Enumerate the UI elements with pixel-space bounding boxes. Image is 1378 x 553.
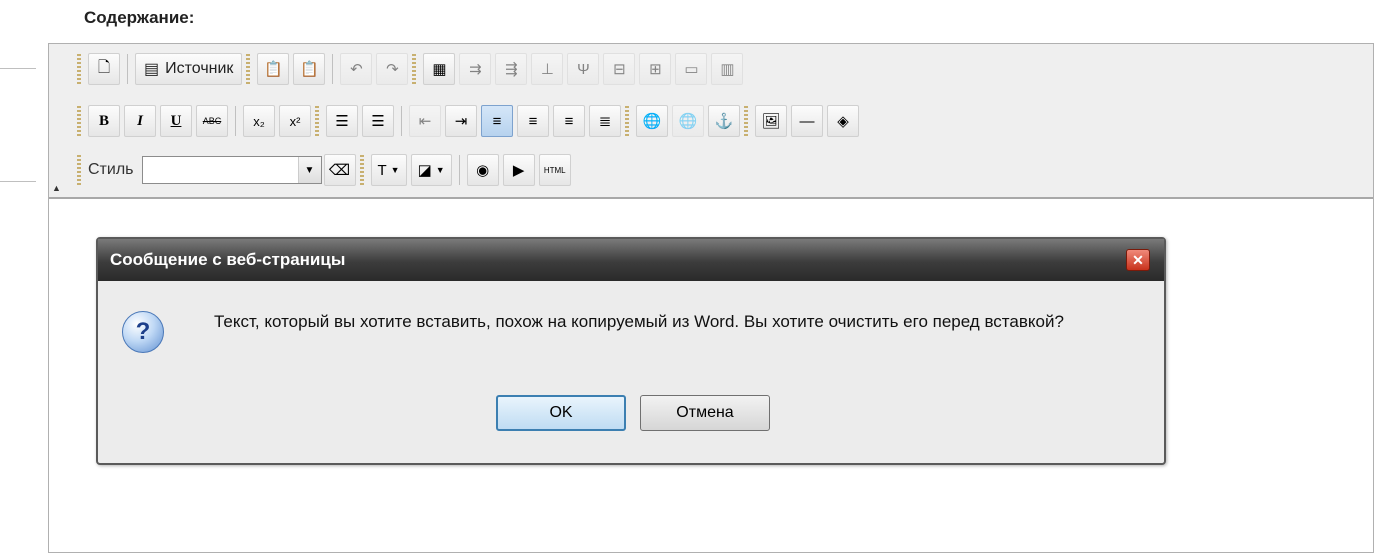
insert-row-after-button[interactable]: ⇶ — [495, 53, 528, 85]
align-right-icon: ≡ — [564, 112, 574, 130]
numbered-list-icon: ☰ — [335, 113, 349, 130]
dialog-title: Сообщение с веб-страницы — [110, 250, 346, 269]
paste-text-icon: 📋 — [264, 61, 283, 78]
align-justify-button[interactable]: ≣ — [589, 105, 621, 137]
delete-row-icon: ⊥ — [540, 61, 554, 78]
align-justify-icon: ≣ — [598, 113, 612, 130]
insert-row-after-icon: ⇶ — [505, 61, 518, 78]
toolbar-grip[interactable] — [77, 54, 81, 84]
subscript-button[interactable]: x₂ — [243, 105, 275, 137]
align-right-button[interactable]: ≡ — [553, 105, 585, 137]
redo-icon: ↷ — [386, 61, 399, 78]
style-select[interactable]: ▼ — [141, 156, 322, 184]
background-color-button[interactable]: ◪ ▼ — [410, 154, 452, 186]
dialog-message: Текст, который вы хотите вставить, похож… — [214, 312, 1064, 331]
paste-text-button[interactable]: 📋 — [257, 53, 290, 85]
table-icon: ▦ — [432, 61, 447, 78]
numbered-list-button[interactable]: ☰ — [326, 105, 358, 137]
insert-row-before-button[interactable]: ⇉ — [459, 53, 492, 85]
horizontal-rule-icon: — — [799, 112, 815, 130]
media-disc-icon: ◉ — [476, 162, 490, 179]
delete-column-button[interactable]: ⊟ — [603, 53, 636, 85]
outdent-icon: ⇤ — [418, 113, 432, 130]
cell-properties-icon: ▭ — [684, 61, 699, 78]
message-dialog: Сообщение с веб-страницы ✕ ? Текст, кото… — [96, 237, 1166, 465]
source-icon: ▤ — [144, 61, 160, 78]
paste-word-button[interactable]: 📋 — [293, 53, 326, 85]
video-icon: ▶ — [512, 162, 525, 179]
html-snippet-button[interactable]: HTML — [538, 154, 571, 186]
insert-column-button[interactable]: Ψ — [567, 53, 600, 85]
text-color-icon: T — [377, 161, 387, 179]
dialog-titlebar: Сообщение с веб-страницы ✕ — [98, 239, 1164, 281]
redo-button[interactable]: ↷ — [376, 53, 409, 85]
paste-word-icon: 📋 — [300, 61, 319, 78]
eraser-icon: ⌫ — [328, 162, 351, 179]
bulleted-list-icon: ☰ — [371, 113, 385, 130]
link-button[interactable]: 🌐 — [636, 105, 668, 137]
link-globe-icon: 🌐 — [642, 113, 662, 130]
undo-button[interactable]: ↶ — [340, 53, 373, 85]
image-button[interactable]: 🖼 — [755, 105, 787, 137]
chevron-down-icon: ▼ — [435, 165, 445, 175]
underline-button[interactable]: U — [160, 105, 192, 137]
strikethrough-button[interactable]: ABC — [196, 105, 228, 137]
insert-row-icon: ⇉ — [469, 61, 482, 78]
close-icon[interactable]: ✕ — [1126, 249, 1150, 271]
image-icon: 🖼 — [761, 113, 781, 130]
indent-icon: ⇥ — [454, 113, 468, 130]
align-left-button[interactable]: ≡ — [481, 105, 513, 137]
indent-button[interactable]: ⇥ — [445, 105, 477, 137]
toolbar-row-2: B I U ABC x₂ x² ☰ ☰ ⇤ ⇥ ≡ ≡ ≡ ≣ 🌐 🌐 ⚓ 🖼 … — [75, 102, 861, 140]
delete-row-button[interactable]: ⊥ — [531, 53, 564, 85]
question-icon: ? — [122, 311, 164, 353]
video-button[interactable]: ▶ — [502, 154, 535, 186]
remove-format-button[interactable]: ⌫ — [323, 154, 356, 186]
outdent-button[interactable]: ⇤ — [409, 105, 441, 137]
bold-button[interactable]: B — [88, 105, 120, 137]
ok-button[interactable]: OK — [496, 395, 626, 431]
new-page-button[interactable]: 🗋 — [88, 53, 120, 85]
insert-column-icon: Ψ — [577, 60, 590, 78]
italic-button[interactable]: I — [124, 105, 156, 137]
cell-properties-button[interactable]: ▭ — [675, 53, 708, 85]
delete-column-icon: ⊟ — [613, 61, 626, 78]
align-left-icon: ≡ — [492, 112, 502, 130]
toolbar-row-1: 🗋 ▤ Источник 📋 📋 ↶ ↷ ▦ ⇉ ⇶ ⊥ Ψ ⊟ ⊞ ▭ ▥ — [75, 50, 745, 88]
align-center-icon: ≡ — [528, 112, 538, 130]
flash-button[interactable]: ◈ — [827, 105, 859, 137]
superscript-button[interactable]: x² — [279, 105, 311, 137]
source-button[interactable]: ▤ Источник — [135, 53, 243, 85]
anchor-button[interactable]: ⚓ — [708, 105, 740, 137]
text-color-button[interactable]: T ▼ — [370, 154, 407, 186]
cancel-button[interactable]: Отмена — [640, 395, 770, 431]
toolbar-row-3: Стиль ▼ ⌫ T ▼ ◪ ▼ ◉ ▶ HTML — [75, 151, 573, 189]
merge-cells-icon: ⊞ — [649, 61, 662, 78]
left-rule-bottom — [0, 181, 36, 182]
chevron-down-icon: ▼ — [390, 165, 400, 175]
table-button[interactable]: ▦ — [423, 53, 456, 85]
collapse-toolbar-icon[interactable]: ▲ — [52, 183, 61, 193]
paint-bucket-icon: ◪ — [417, 162, 432, 179]
style-label: Стиль — [88, 161, 134, 178]
editor-toolbar: 🗋 ▤ Источник 📋 📋 ↶ ↷ ▦ ⇉ ⇶ ⊥ Ψ ⊟ ⊞ ▭ ▥ B … — [49, 44, 1373, 199]
align-center-button[interactable]: ≡ — [517, 105, 549, 137]
left-rule-top — [0, 68, 36, 69]
chevron-down-icon[interactable]: ▼ — [297, 157, 321, 183]
undo-icon: ↶ — [350, 61, 363, 78]
page-heading: Содержание: — [84, 8, 195, 27]
anchor-icon: ⚓ — [714, 113, 734, 130]
new-page-icon: 🗋 — [97, 58, 111, 76]
media-button[interactable]: ◉ — [466, 154, 499, 186]
flash-object-icon: ◈ — [837, 113, 849, 130]
table-properties-button[interactable]: ▥ — [711, 53, 744, 85]
html-icon: HTML — [543, 165, 566, 175]
unlink-button[interactable]: 🌐 — [672, 105, 704, 137]
table-properties-icon: ▥ — [720, 61, 735, 78]
merge-cells-button[interactable]: ⊞ — [639, 53, 672, 85]
horizontal-rule-button[interactable]: — — [791, 105, 823, 137]
bulleted-list-button[interactable]: ☰ — [362, 105, 394, 137]
unlink-globe-icon: 🌐 — [678, 113, 698, 130]
